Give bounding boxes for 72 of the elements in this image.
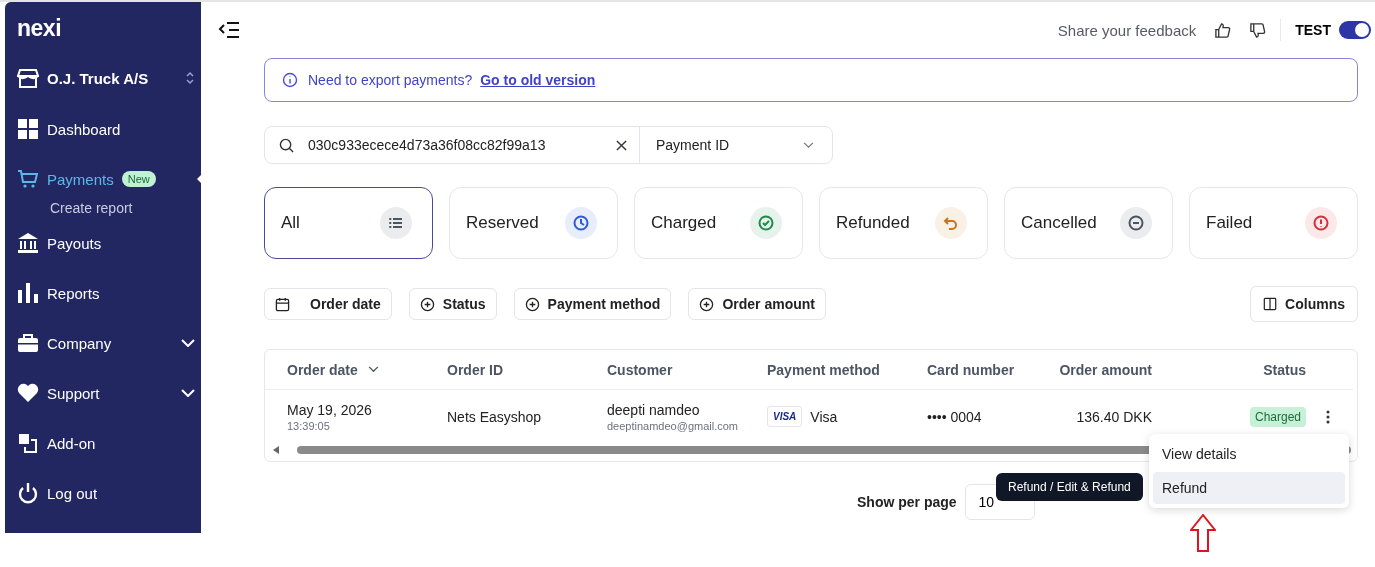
nav-item[interactable]: Reports xyxy=(17,280,197,306)
new-badge: New xyxy=(121,171,156,187)
menu-item[interactable]: Refund xyxy=(1153,472,1345,504)
banner-text: Need to export payments? xyxy=(308,72,473,88)
collapse-menu-icon[interactable] xyxy=(218,21,240,39)
nav-item[interactable]: Payments New xyxy=(17,166,197,192)
filter-button[interactable]: Status xyxy=(408,288,497,320)
status-tab[interactable]: Failed xyxy=(1189,187,1358,259)
nav-item[interactable]: Log out xyxy=(17,480,197,506)
menu-item[interactable]: View details xyxy=(1153,438,1345,470)
bar-chart-icon xyxy=(17,282,39,304)
column-header[interactable]: Status xyxy=(1152,361,1306,378)
customer-email: deeptinamdeo@gmail.com xyxy=(607,419,739,432)
briefcase-icon xyxy=(17,332,39,354)
status-badge: Charged xyxy=(1249,406,1306,427)
column-header[interactable]: Card number xyxy=(927,361,1047,378)
mode-label: TEST xyxy=(1295,22,1331,38)
column-header[interactable]: Order ID xyxy=(447,361,607,378)
thumbs-up-icon[interactable] xyxy=(1214,21,1232,39)
status-tab[interactable]: Charged xyxy=(634,187,803,259)
customer-name: deepti namdeo xyxy=(607,401,701,418)
table-cell-text: 136.40 DKK xyxy=(1075,408,1152,425)
tooltip: Refund / Edit & Refund xyxy=(996,473,1143,501)
chevron-up-down-icon xyxy=(185,70,195,86)
order-time: 13:39:05 xyxy=(287,419,331,432)
table-cell-text: •••• 0004 xyxy=(927,408,983,425)
nav-item[interactable]: Support xyxy=(17,380,197,406)
table-cell-text: Nets Easyshop xyxy=(447,408,543,425)
status-tab[interactable]: Cancelled xyxy=(1004,187,1173,259)
order-date: May 19, 2026 xyxy=(287,401,373,418)
plus-circle-icon xyxy=(699,296,715,312)
status-tab[interactable]: All xyxy=(264,187,433,259)
column-header[interactable]: Order amount xyxy=(1047,361,1152,378)
column-header[interactable]: Payment method xyxy=(767,361,927,378)
bank-icon xyxy=(17,232,39,254)
sort-chevron-icon[interactable] xyxy=(367,366,379,373)
plus-circle-icon xyxy=(419,296,435,312)
columns-icon xyxy=(1263,297,1278,311)
filter-button[interactable]: Order date xyxy=(264,288,392,320)
status-tab[interactable]: Reserved xyxy=(449,187,618,259)
mode-toggle[interactable] xyxy=(1339,21,1371,39)
scroll-left-icon[interactable] xyxy=(273,446,279,454)
cart-icon xyxy=(17,168,39,190)
plus-circle-icon xyxy=(524,296,540,312)
filter-button[interactable]: Payment method xyxy=(513,288,672,320)
logo[interactable]: nexi xyxy=(17,16,62,44)
columns-button[interactable]: Columns xyxy=(1250,286,1358,322)
old-version-link[interactable]: Go to old version xyxy=(480,72,596,88)
nav-item[interactable]: Add-on xyxy=(17,430,197,456)
feedback-label: Share your feedback xyxy=(1057,21,1197,39)
account-switcher[interactable]: O.J. Truck A/S xyxy=(17,64,197,92)
per-page-label: Show per page xyxy=(857,494,957,510)
up-arrow-icon xyxy=(1190,514,1216,552)
nav-item[interactable]: Payouts xyxy=(17,230,197,256)
grid-icon xyxy=(17,118,39,140)
power-icon xyxy=(17,482,39,504)
squares-icon xyxy=(17,432,39,454)
nav-item[interactable]: Dashboard xyxy=(17,116,197,142)
info-icon xyxy=(282,72,298,88)
column-header[interactable]: Order date xyxy=(287,361,447,378)
status-tab[interactable]: Refunded xyxy=(819,187,988,259)
nav-item[interactable]: Company xyxy=(17,330,197,356)
heart-icon xyxy=(17,382,39,404)
filter-button[interactable]: Order amount xyxy=(688,288,826,320)
table-cell: Visa xyxy=(810,408,838,425)
column-header[interactable]: Customer xyxy=(607,361,767,378)
nav-subitem[interactable]: Create report xyxy=(50,198,133,218)
card-brand-logo: VISA xyxy=(767,406,803,427)
thumbs-down-icon[interactable] xyxy=(1249,21,1267,39)
calendar-icon xyxy=(275,296,290,312)
store-icon xyxy=(17,67,39,89)
more-options-icon[interactable] xyxy=(1326,409,1330,424)
